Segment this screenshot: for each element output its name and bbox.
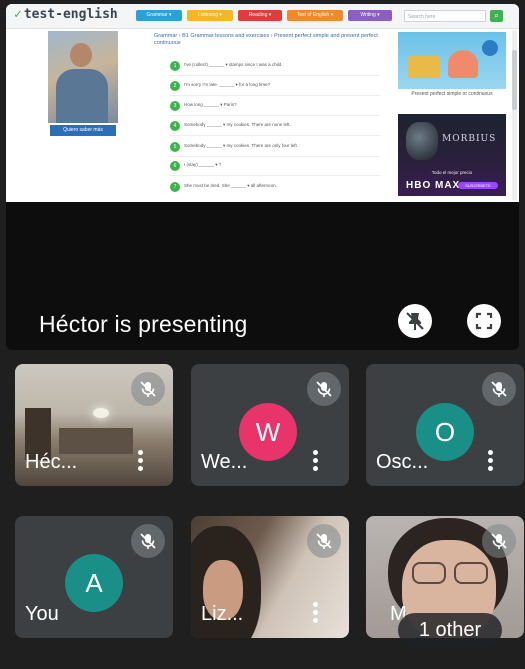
- site-header: ✓ test-english Grammar ▾ Listening ▾ Read…: [6, 4, 519, 29]
- mic-off-icon: [307, 372, 341, 406]
- more-options-icon[interactable]: [137, 450, 143, 472]
- shared-screen[interactable]: ✓ test-english Grammar ▾ Listening ▾ Read…: [6, 4, 519, 350]
- avatar: W: [239, 403, 297, 461]
- avatar: A: [65, 554, 123, 612]
- check-logo-icon: ✓: [14, 7, 22, 22]
- participant-tile-liz[interactable]: Liz...: [191, 516, 349, 638]
- right-ad-caption: Present perfect simple or continuous: [411, 91, 493, 97]
- hbo-logo: HBO MAX: [406, 180, 461, 191]
- nav-test-of-english: Test of English ▾: [287, 10, 343, 21]
- nav-listening: Listening ▾: [187, 10, 233, 21]
- site-logo: ✓ test-english: [14, 7, 118, 22]
- more-options-icon[interactable]: [487, 450, 493, 472]
- participant-name: Héc...: [25, 451, 78, 473]
- breadcrumb: Grammar › B1 Grammar lessons and exercis…: [154, 33, 378, 46]
- presenting-label: Héctor is presenting: [39, 311, 248, 337]
- more-options-icon[interactable]: [312, 450, 318, 472]
- participant-name: We...: [201, 451, 248, 473]
- participant-tile-we[interactable]: W We...: [191, 364, 349, 486]
- unpin-button[interactable]: [398, 304, 432, 338]
- nav-reading: Reading ▾: [238, 10, 282, 21]
- movie-promo: Todo el mejor precio: [431, 170, 473, 175]
- mic-off-icon: [131, 372, 165, 406]
- sidebar-ad-image: [48, 31, 118, 123]
- unpin-icon: [406, 312, 424, 330]
- site-search-input: Search here: [404, 10, 486, 22]
- movie-ad: MORBIUS Todo el mejor precio HBO MAX SUS…: [398, 114, 506, 196]
- mic-off-icon: [482, 524, 516, 558]
- search-icon: ⌕: [490, 10, 503, 22]
- shared-webpage: ✓ test-english Grammar ▾ Listening ▾ Read…: [6, 4, 519, 202]
- fullscreen-icon: [475, 312, 493, 330]
- right-ad-illustration: [398, 32, 506, 89]
- fullscreen-button[interactable]: [467, 304, 501, 338]
- participant-name: You: [25, 603, 59, 625]
- mic-off-icon: [307, 524, 341, 558]
- participant-tile-you[interactable]: A You: [15, 516, 173, 638]
- participant-tile-osc[interactable]: O Osc...: [366, 364, 524, 486]
- sidebar-ad-button: Quiero saber más: [50, 125, 116, 136]
- others-count-button[interactable]: 1 other: [398, 613, 502, 647]
- nav-writing: Writing ▾: [348, 10, 392, 21]
- mic-off-icon: [131, 524, 165, 558]
- participant-tile-hector[interactable]: Héc...: [15, 364, 173, 486]
- mic-off-icon: [482, 372, 516, 406]
- movie-cta: SUSCRÍBETE: [458, 182, 498, 189]
- participant-name: Osc...: [376, 451, 429, 473]
- participant-name: Liz...: [201, 603, 244, 625]
- movie-title: MORBIUS: [442, 134, 497, 144]
- nav-grammar: Grammar ▾: [136, 10, 182, 21]
- page-scrollbar: [512, 30, 517, 200]
- more-options-icon[interactable]: [312, 602, 318, 624]
